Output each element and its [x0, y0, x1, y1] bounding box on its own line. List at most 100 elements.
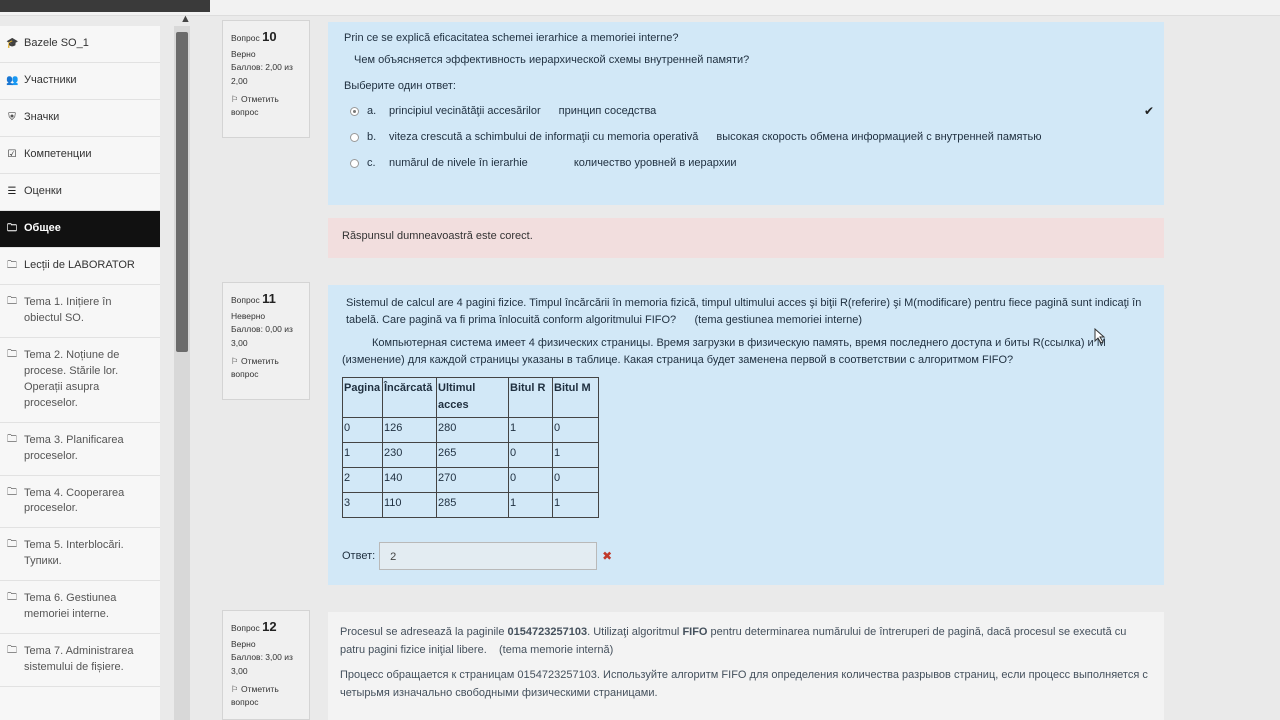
sidebar-item-general[interactable]: 🗀 Общее — [0, 211, 160, 248]
sidebar-item-tema-6[interactable]: 🗀 Tema 6. Gestiunea memoriei interne. — [0, 581, 160, 635]
folder-icon: 🗀 — [7, 645, 17, 657]
page-sequence: 0154723257103 — [507, 626, 588, 638]
sidebar-item-tema-4[interactable]: 🗀 Tema 4. Cooperarea proceselor. — [0, 476, 160, 529]
folder-icon: 🗀 — [7, 348, 17, 360]
mouse-cursor-icon — [1094, 328, 1106, 344]
folder-icon: 🗀 — [7, 296, 17, 307]
flag-question-link[interactable]: ⚐ Отметить вопрос — [231, 355, 301, 382]
folder-icon: 🗀 — [7, 259, 17, 271]
folder-icon: 🗀 — [7, 486, 17, 498]
sidebar-item-course[interactable]: 🎓 Bazele SO_1 — [0, 26, 160, 63]
flag-question-link[interactable]: ⚐ Отметить вопрос — [231, 683, 301, 710]
sidebar-item-tema-3[interactable]: 🗀 Tema 3. Planificarea proceselor. — [0, 423, 160, 476]
table-cell: 270 — [436, 467, 509, 494]
answer-prompt: Выберите один ответ: — [344, 80, 456, 92]
table-header: Ultimul acces — [436, 377, 509, 419]
answer-input[interactable]: 2 — [379, 542, 598, 571]
question-number-line: Вопрос 10 — [231, 27, 301, 48]
table-cell: 0 — [342, 417, 383, 444]
browser-top-strip — [0, 0, 1280, 16]
sidebar-item-label: Tema 5. Interblocări. Тупики. — [24, 539, 124, 568]
flag-icon: ⚐ — [231, 683, 239, 694]
table-cell: 230 — [382, 442, 437, 469]
sidebar-item-label: Tema 3. Planificarea proceselor. — [24, 433, 124, 462]
sidebar-item-grades[interactable]: ☰ Оценки — [0, 174, 160, 211]
folder-icon: 🗀 — [7, 222, 17, 234]
table-row: 2 140 270 0 0 — [342, 467, 599, 494]
users-icon: 👥 — [6, 74, 19, 86]
table-header: Bitul M — [552, 377, 599, 419]
option-text-ru: количество уровней в иерархии — [573, 157, 737, 169]
table-row: 1 230 265 0 1 — [342, 442, 599, 469]
checkbox-icon: ☑ — [7, 148, 17, 160]
question-grade: Баллов: 3,00 из 3,00 — [231, 652, 293, 676]
table-icon: ☰ — [7, 185, 17, 197]
answer-option-c[interactable]: c. numărul de nivele în ierarhie количес… — [344, 150, 1148, 176]
top-bar-dark-segment — [0, 0, 210, 12]
table-cell: 0 — [508, 467, 553, 494]
scrollbar-thumb[interactable] — [176, 32, 188, 352]
question-grade: Баллов: 0,00 из 3,00 — [231, 324, 293, 348]
table-cell: 3 — [342, 492, 383, 519]
question-11-info: Вопрос 11 Неверно Баллов: 0,00 из 3,00 ⚐… — [222, 282, 310, 400]
table-row: 3 110 285 1 1 — [342, 492, 599, 519]
flag-icon: ⚐ — [231, 93, 239, 104]
sidebar-item-tema-5[interactable]: 🗀 Tema 5. Interblocări. Тупики. — [0, 528, 160, 582]
sidebar-item-label: Tema 4. Cooperarea proceselor. — [24, 486, 125, 515]
question-12-info: Вопрос 12 Верно Баллов: 3,00 из 3,00 ⚐ О… — [222, 610, 310, 720]
question-label: Вопрос — [231, 623, 260, 633]
question-text-ru: Чем объясняется эффективность иерархичес… — [354, 54, 750, 66]
sidebar-scrollbar[interactable] — [174, 26, 190, 720]
question-text-ro: Procesul se adresează la paginile 015472… — [340, 624, 1152, 659]
text-fragment: . Utilizaţi algoritmul — [587, 626, 683, 638]
flag-question-link[interactable]: ⚐ Отметить вопрос — [231, 93, 301, 120]
sidebar-item-badges[interactable]: ⛨ Значки — [0, 100, 160, 137]
question-text-ro: Prin ce se explică eficacitatea schemei … — [344, 32, 679, 44]
answer-option-b[interactable]: b. viteza crescută a schimbului de infor… — [344, 124, 1148, 150]
course-sidebar: 🎓 Bazele SO_1 👥 Участники ⛨ Значки ☑ Ком… — [0, 26, 160, 720]
shield-icon: ⛨ — [8, 111, 16, 123]
sidebar-item-participants[interactable]: 👥 Участники — [0, 63, 160, 100]
table-cell: 1 — [552, 442, 599, 469]
question-10-formulation: Prin ce se explică eficacitatea schemei … — [328, 22, 1164, 205]
sidebar-item-tema-1[interactable]: 🗀 Tema 1. Inițiere în obiectul SO. — [0, 285, 160, 338]
option-text-ro: principiul vecinătăţii accesărilor — [389, 105, 541, 117]
answer-option-a[interactable]: a. principiul vecinătăţii accesărilor пр… — [344, 98, 1154, 124]
table-header: Încărcată — [382, 377, 437, 419]
pages-table: Pagina Încărcată Ultimul acces Bitul R B… — [342, 377, 599, 519]
folder-icon: 🗀 — [7, 539, 17, 551]
table-cell: 0 — [508, 442, 553, 469]
question-number-line: Вопрос 12 — [231, 617, 301, 638]
question-grade: Баллов: 2,00 из 2,00 — [231, 62, 293, 86]
question-number-line: Вопрос 11 — [231, 289, 301, 310]
question-topic: (tema memorie internă) — [498, 643, 614, 656]
question-text-ro-block: Sistemul de calcul are 4 pagini fizice. … — [342, 295, 1150, 329]
table-header: Bitul R — [508, 377, 553, 419]
radio-button-checked[interactable] — [350, 106, 359, 116]
sidebar-item-lab[interactable]: 🗀 Lecții de LABORATOR — [0, 248, 160, 285]
radio-button[interactable] — [350, 158, 359, 168]
option-letter: a. — [367, 105, 377, 117]
sidebar-item-label: Bazele SO_1 — [24, 37, 89, 50]
table-cell: 140 — [382, 467, 437, 494]
sidebar-item-label: Значки — [24, 111, 60, 124]
question-text-ru: Компьютерная система имеет 4 физических … — [342, 337, 1106, 367]
incorrect-x-icon: ✖ — [602, 548, 613, 563]
question-status: Неверно — [231, 310, 266, 321]
table-header: Pagina — [342, 377, 383, 419]
question-label: Вопрос — [231, 33, 260, 43]
sidebar-item-competencies[interactable]: ☑ Компетенции — [0, 137, 160, 174]
option-letter: b. — [367, 131, 377, 143]
folder-icon: 🗀 — [7, 433, 17, 445]
sidebar-item-tema-2[interactable]: 🗀 Tema 2. Noțiune de procese. Stările lo… — [0, 338, 160, 423]
table-cell: 280 — [436, 417, 509, 444]
table-cell: 0 — [552, 417, 599, 444]
sidebar-item-label: Lecții de LABORATOR — [24, 259, 135, 272]
flag-label: Отметить вопрос — [231, 355, 279, 380]
table-cell: 110 — [382, 492, 437, 519]
collapse-arrow-icon[interactable]: ▲ — [180, 13, 191, 25]
table-cell: 0 — [552, 467, 599, 494]
sidebar-item-tema-7[interactable]: 🗀 Tema 7. Administrarea sistemului de fi… — [0, 634, 160, 687]
radio-button[interactable] — [350, 132, 359, 142]
question-number: 10 — [262, 29, 277, 44]
